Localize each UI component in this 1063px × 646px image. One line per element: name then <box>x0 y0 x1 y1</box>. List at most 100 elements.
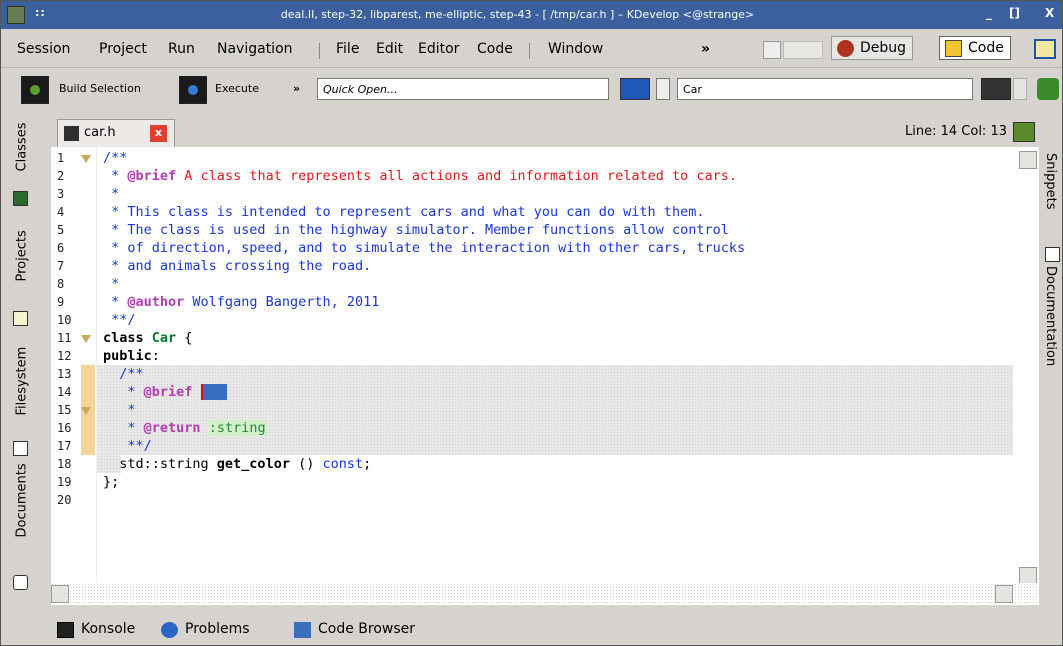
context-forward-icon[interactable] <box>981 78 1011 100</box>
line-number: 8 <box>57 277 65 291</box>
menu-code[interactable]: Code <box>477 41 513 57</box>
fold-toggle-icon[interactable] <box>81 335 91 343</box>
projects-tab[interactable]: Projects <box>15 230 30 281</box>
context-navigation-input[interactable]: Car <box>677 78 973 100</box>
save-disk-icon <box>64 126 79 141</box>
chevron-down-icon[interactable] <box>656 78 670 100</box>
menu-file[interactable]: File <box>336 41 359 57</box>
scroll-left-button[interactable] <box>51 585 69 603</box>
execute-button[interactable]: Execute <box>215 82 259 95</box>
debug-label: Debug <box>860 40 907 56</box>
code-text-area[interactable]: /** * @brief A class that represents all… <box>97 147 1013 583</box>
toolbar-extra-icon[interactable] <box>1037 78 1059 100</box>
maximize-button[interactable]: [] <box>1009 6 1020 20</box>
code-browser-icon <box>294 622 311 638</box>
code-line: * <box>103 402 136 418</box>
tab-filename: car.h <box>84 125 116 140</box>
terminal-icon <box>57 622 74 638</box>
build-selection-icon[interactable] <box>21 76 49 104</box>
classes-icon[interactable] <box>13 191 28 206</box>
code-editor[interactable]: 1 2 3 4 5 6 7 8 9 10 11 12 13 14 15 16 1… <box>51 147 1039 583</box>
window-menu-dots[interactable]: :: <box>35 6 46 19</box>
info-icon <box>161 622 178 638</box>
execute-icon[interactable] <box>179 76 207 104</box>
menu-overflow-button[interactable]: » <box>701 41 710 57</box>
code-line: /** <box>103 366 144 382</box>
keyword: class <box>103 330 144 346</box>
menu-run[interactable]: Run <box>168 41 195 57</box>
filesystem-icon[interactable] <box>13 441 28 456</box>
documents-icon[interactable] <box>13 575 28 590</box>
tab-car-h[interactable]: car.h x <box>57 119 175 147</box>
code-text: : <box>151 348 160 364</box>
documents-tab[interactable]: Documents <box>15 463 30 537</box>
code-browser-label: Code Browser <box>318 621 416 637</box>
comment-text: * <box>103 384 144 400</box>
keyword: const <box>322 456 364 472</box>
documentation-icon[interactable] <box>1045 247 1060 262</box>
menu-separator <box>319 43 320 59</box>
line-number: 7 <box>57 259 65 273</box>
context-browser-back-icon[interactable] <box>620 78 650 100</box>
kdevelop-window: :: deal.II, step-32, libparest, me-ellip… <box>0 0 1063 646</box>
code-text: std::string <box>103 456 217 472</box>
kdevelop-app-icon[interactable] <box>7 6 25 24</box>
line-number: 17 <box>57 439 72 453</box>
close-button[interactable]: X <box>1045 6 1054 20</box>
line-number: 13 <box>57 367 72 381</box>
back-arrow-icon[interactable] <box>763 41 781 59</box>
debug-area-button[interactable]: Debug <box>831 36 914 60</box>
pencil-icon <box>945 40 962 57</box>
menu-window[interactable]: Window <box>548 41 603 57</box>
classes-tab[interactable]: Classes <box>15 123 30 172</box>
menu-navigation[interactable]: Navigation <box>217 41 293 57</box>
code-line: /** <box>103 150 128 166</box>
chevron-down-icon[interactable] <box>1013 78 1027 100</box>
line-number: 4 <box>57 205 65 219</box>
line-number: 9 <box>57 295 65 309</box>
menu-project[interactable]: Project <box>99 41 147 57</box>
code-text: () <box>289 456 323 472</box>
minimize-button[interactable]: _ <box>986 6 992 20</box>
scroll-down-button[interactable] <box>1019 567 1037 583</box>
menu-session[interactable]: Session <box>17 41 70 57</box>
menu-edit[interactable]: Edit <box>376 41 403 57</box>
fold-toggle-icon[interactable] <box>81 155 91 163</box>
code-text: { <box>176 330 193 346</box>
filesystem-tab[interactable]: Filesystem <box>15 347 30 416</box>
horizontal-scrollbar[interactable] <box>51 583 1039 605</box>
forward-arrow-icon[interactable] <box>783 41 823 59</box>
vertical-scrollbar[interactable] <box>1015 147 1039 583</box>
line-number: 12 <box>57 349 72 363</box>
menu-editor[interactable]: Editor <box>418 41 459 57</box>
scroll-up-button[interactable] <box>1019 151 1037 169</box>
bug-icon <box>837 40 854 57</box>
code-area-button[interactable]: Code <box>939 36 1011 60</box>
review-area-icon[interactable] <box>1034 39 1056 59</box>
code-line: * This class is intended to represent ca… <box>103 204 705 220</box>
snippet-highlight-region <box>97 365 1013 455</box>
line-number: 10 <box>57 313 72 327</box>
close-tab-icon[interactable]: x <box>150 125 167 142</box>
doc-tag: @author <box>127 294 185 310</box>
snippet-placeholder[interactable]: :string <box>208 420 266 436</box>
snippet-placeholder-selected[interactable]: ... <box>202 384 227 400</box>
snippets-tab[interactable]: Snippets <box>1043 153 1058 209</box>
comment-text: * <box>103 294 128 310</box>
line-number: 16 <box>57 421 72 435</box>
type-name: Car <box>151 330 177 346</box>
toolbar-overflow-button[interactable]: » <box>293 82 300 95</box>
build-selection-button[interactable]: Build Selection <box>59 82 141 95</box>
projects-icon[interactable] <box>13 311 28 326</box>
documentation-tab[interactable]: Documentation <box>1043 266 1058 366</box>
code-line: **/ <box>103 438 152 454</box>
code-line: public: <box>103 347 160 365</box>
fold-toggle-icon[interactable] <box>81 407 91 415</box>
comment-text: Wolfgang Bangerth, 2011 <box>184 294 380 310</box>
cursor-position-label: Line: 14 Col: 13 <box>905 124 1007 139</box>
line-number: 14 <box>57 385 72 399</box>
comment-brief-text: A class that represents all actions and … <box>176 168 737 184</box>
quick-open-input[interactable]: Quick Open... <box>317 78 609 100</box>
snippets-dock-icon[interactable] <box>1013 122 1035 142</box>
scroll-right-button[interactable] <box>995 585 1013 603</box>
